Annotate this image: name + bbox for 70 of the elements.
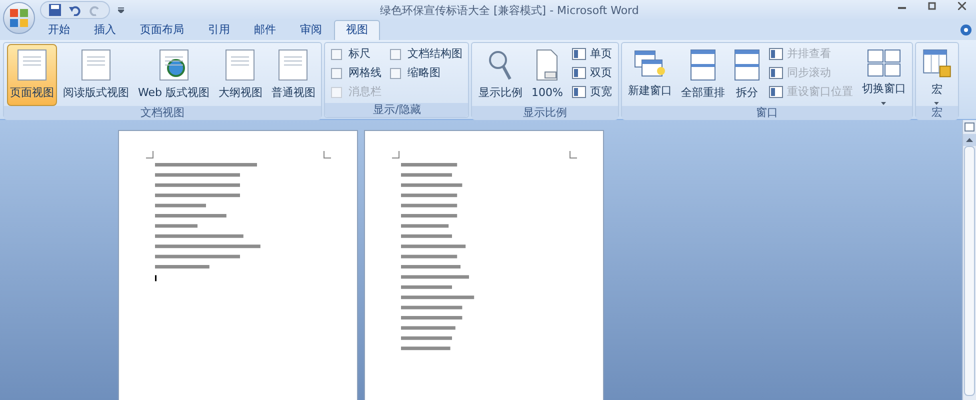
document-view-icon [158,49,189,81]
checkbox[interactable] [390,68,402,78]
close-icon[interactable] [958,2,966,10]
windows-icon [866,49,901,77]
ribbon-checkbox[interactable]: 文档结构图 [390,45,462,63]
group-label: 窗口 [622,106,912,120]
corner-mark-icon [146,151,154,159]
ribbon-button[interactable]: 宏 [918,44,955,106]
split-window-icon [690,49,716,81]
customize-caret-icon[interactable] [118,7,124,13]
document-view-icon [225,49,256,81]
ribbon-small-button[interactable]: 双页 [572,64,612,82]
corner-mark-icon [323,151,331,159]
document-view-icon [81,49,111,81]
ribbon-button[interactable]: 全部重排 [678,44,728,106]
document-view-icon [17,49,47,81]
ribbon-button[interactable]: 新建窗口 [624,44,675,106]
save-icon[interactable] [49,4,61,16]
ribbon-checkbox[interactable]: 缩略图 [390,64,462,82]
macro-icon [922,49,952,78]
corner-mark-icon [392,151,400,159]
ribbon-tab[interactable]: 开始 [36,20,82,40]
page-layout-icon [572,48,586,60]
ribbon-button[interactable]: 切换窗口 [858,44,909,106]
scroll-up-icon[interactable] [963,134,976,146]
office-button[interactable] [3,2,35,34]
ribbon-checkbox[interactable]: 标尺 [331,45,382,63]
ribbon-button[interactable]: 页面视图 [7,44,57,106]
ribbon-button[interactable]: 100% [528,44,566,106]
ribbon-small-button[interactable]: 页宽 [572,83,612,101]
window-title: 绿色环保宣传标语大全 [兼容模式] - Microsoft Word [380,3,639,19]
corner-mark-icon [569,151,577,159]
ribbon-button[interactable]: 拆分 [730,44,763,106]
ribbon-button[interactable]: 大纲视图 [215,44,266,106]
scrollbar-thumb[interactable] [964,146,975,396]
group-label: 显示/隐藏 [325,103,468,117]
office-logo-icon [10,9,28,27]
ribbon-tab[interactable]: 页面布局 [128,20,196,40]
group-label: 显示比例 [472,106,618,120]
window-layout-icon [768,86,783,98]
ribbon-button[interactable]: 普通视图 [268,44,318,106]
ribbon-tab[interactable]: 引用 [196,20,242,40]
page-layout-icon [572,67,586,79]
ribbon-tab[interactable]: 审阅 [288,20,334,40]
ribbon-button[interactable]: 显示比例 [475,44,526,106]
ribbon-tab[interactable]: 视图 [334,20,380,40]
restore-icon[interactable] [928,2,936,10]
split-window-icon [734,49,760,81]
help-icon[interactable] [960,24,972,36]
ruler-toggle-icon[interactable] [963,120,976,134]
document-view-icon [278,49,308,81]
ribbon-button[interactable]: 阅读版式视图 [60,44,132,106]
text-cursor [155,275,156,282]
checkbox[interactable] [331,68,342,78]
ribbon-tab[interactable]: 邮件 [242,20,288,40]
ribbon-button[interactable]: Web 版式视图 [135,44,212,106]
magnifier-icon [487,49,514,81]
window-layout-icon [768,67,783,79]
group-label: 宏 [916,106,958,120]
ribbon-checkbox[interactable]: 网格线 [331,64,382,82]
ribbon-small-button[interactable]: 单页 [572,45,612,63]
page-icon [536,49,558,81]
page-layout-icon [572,86,586,98]
window-layout-icon [768,48,783,60]
undo-icon[interactable] [69,4,81,16]
checkbox[interactable] [331,48,342,60]
ribbon-tab[interactable]: 插入 [82,20,128,40]
group-label: 文档视图 [4,106,322,120]
windows-icon [634,49,666,79]
checkbox[interactable] [390,48,402,60]
